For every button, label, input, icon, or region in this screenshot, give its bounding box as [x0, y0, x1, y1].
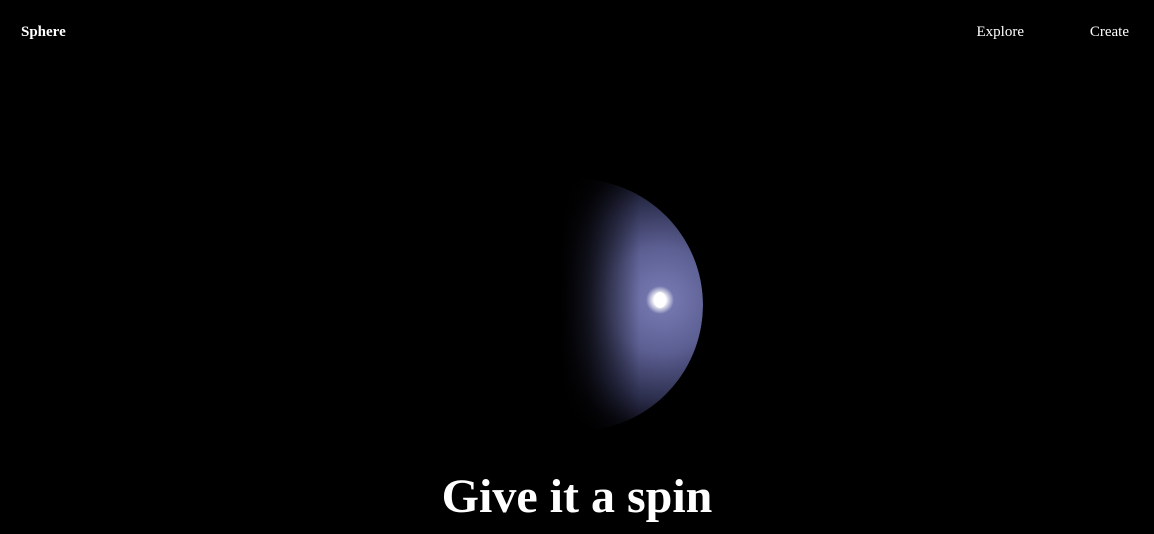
sphere[interactable]	[440, 170, 703, 440]
nav-link-explore[interactable]: Explore	[977, 22, 1024, 42]
hero-headline: Give it a spin	[441, 470, 713, 523]
sphere-canvas[interactable]	[0, 0, 1154, 534]
nav-link-create[interactable]: Create	[1090, 22, 1129, 42]
brand-logo-link[interactable]: Sphere	[21, 22, 66, 42]
page: Sphere Explore Create Give it a spin	[0, 0, 1154, 534]
